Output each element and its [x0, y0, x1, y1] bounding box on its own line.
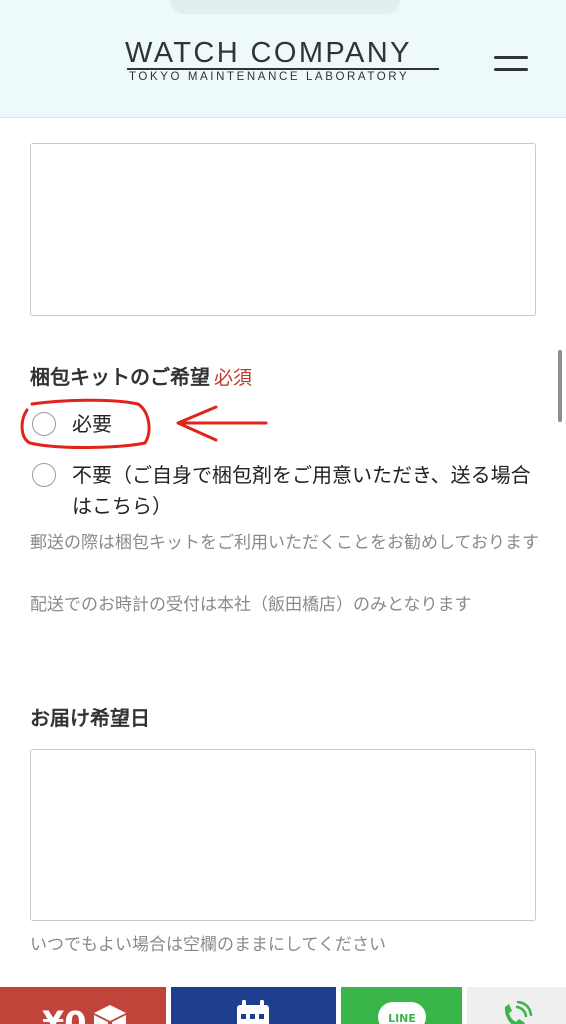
previous-textarea[interactable]	[30, 143, 536, 316]
shipping-note: 配送でのお時計の受付は本社（飯田橋店）のみとなります	[30, 595, 472, 615]
line-icon[interactable]: LINE	[378, 1002, 426, 1024]
logo-subtitle: TOKYO MAINTENANCE LABORATORY	[129, 71, 410, 83]
logo-title: WATCH COMPANY	[125, 37, 412, 69]
delivery-date-textarea[interactable]	[30, 749, 536, 921]
box-icon	[94, 1005, 126, 1024]
calendar-icon	[237, 1000, 269, 1024]
reserve-button[interactable]	[171, 987, 336, 1024]
packing-kit-label-text: 梱包キットのご希望	[30, 365, 210, 389]
annotation-arrow	[176, 405, 268, 442]
estimate-label: ¥0	[42, 1004, 87, 1024]
hamburger-icon[interactable]	[492, 52, 530, 82]
estimate-button[interactable]: ¥0	[0, 987, 166, 1024]
site-header: WATCH COMPANY TOKYO MAINTENANCE LABORATO…	[0, 0, 566, 118]
phone-button[interactable]	[467, 987, 566, 1024]
scrollbar[interactable]	[558, 350, 562, 422]
radio-needed-label: 必要	[72, 412, 112, 436]
phone-icon	[504, 1001, 533, 1024]
packing-kit-label: 梱包キットのご希望 必須	[30, 361, 252, 390]
delivery-date-label: お届け希望日	[30, 706, 150, 730]
line-label: LINE	[388, 1012, 416, 1024]
radio-not-needed-label: 不要（ご自身で梱包剤をご用意いただき、送る場合はこちら）	[72, 463, 531, 518]
delivery-date-note: いつでもよい場合は空欄のままにしてください	[30, 935, 386, 955]
radio-needed[interactable]	[32, 412, 56, 436]
packing-kit-option-needed[interactable]: 必要	[32, 412, 112, 440]
required-badge: 必須	[214, 367, 253, 389]
logo[interactable]: WATCH COMPANY TOKYO MAINTENANCE LABORATO…	[125, 38, 441, 84]
header-shadow	[170, 0, 400, 14]
radio-not-needed[interactable]	[32, 463, 56, 487]
bottom-nav: ¥0	[0, 987, 566, 1024]
packing-kit-option-not-needed[interactable]: 不要（ご自身で梱包剤をご用意いただき、送る場合はこちら）	[32, 463, 542, 522]
packing-kit-note: 郵送の際は梱包キットをご利用いただくことをお勧めしております	[30, 533, 539, 553]
